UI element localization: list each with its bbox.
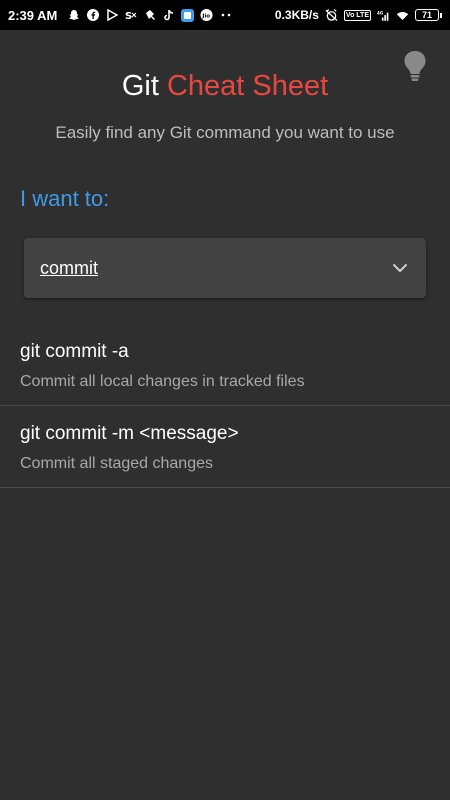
status-left: 2:39 AM S Jio	[8, 8, 232, 23]
title-git: Git	[121, 70, 159, 102]
signal-icon: 4G	[377, 9, 390, 22]
list-item[interactable]: git commit -m <message> Commit all stage…	[0, 406, 450, 488]
command-name: git commit -a	[20, 341, 129, 362]
command-list: git commit -a Commit all local changes i…	[0, 324, 450, 488]
action-select[interactable]: commit	[24, 238, 426, 298]
wifi-icon	[396, 9, 409, 22]
list-item[interactable]: git commit -a Commit all local changes i…	[0, 324, 450, 406]
command-description: Commit all staged changes	[20, 455, 213, 472]
battery-icon: 71	[415, 9, 442, 21]
command-description: Commit all local changes in tracked file…	[20, 373, 305, 390]
alarm-off-icon	[325, 8, 338, 22]
svg-text:4G: 4G	[377, 10, 384, 15]
battery-level: 71	[415, 9, 439, 21]
snapchat-icon	[67, 9, 80, 22]
facebook-icon	[86, 9, 99, 22]
svg-text:S: S	[125, 11, 132, 21]
command-name: git commit -m <message>	[20, 423, 239, 444]
status-bar: 2:39 AM S Jio 0.3KB/s Vo LTE 4G 71	[0, 0, 450, 30]
battery-tip	[440, 12, 442, 18]
status-right: 0.3KB/s Vo LTE 4G 71	[275, 8, 442, 22]
tiktok-icon	[162, 9, 175, 22]
net-speed: 0.3KB/s	[274, 8, 319, 22]
chevron-down-icon	[390, 258, 410, 278]
jio-icon: Jio	[200, 8, 213, 22]
play-store-icon	[105, 9, 118, 22]
app-square-icon	[181, 8, 195, 22]
page-title: Git Cheat Sheet	[0, 70, 450, 103]
app-icon: S	[124, 9, 137, 22]
selector-label: I want to:	[20, 186, 110, 211]
svg-text:Jio: Jio	[202, 13, 211, 19]
title-cheat-sheet: Cheat Sheet	[166, 70, 329, 102]
volte-badge: Vo LTE	[343, 9, 371, 21]
tiktok-like-icon	[143, 9, 156, 22]
status-time: 2:39 AM	[8, 7, 58, 23]
more-dots-icon	[219, 9, 232, 22]
select-value: commit	[40, 257, 98, 278]
page-subtitle: Easily find any Git command you want to …	[55, 123, 395, 142]
